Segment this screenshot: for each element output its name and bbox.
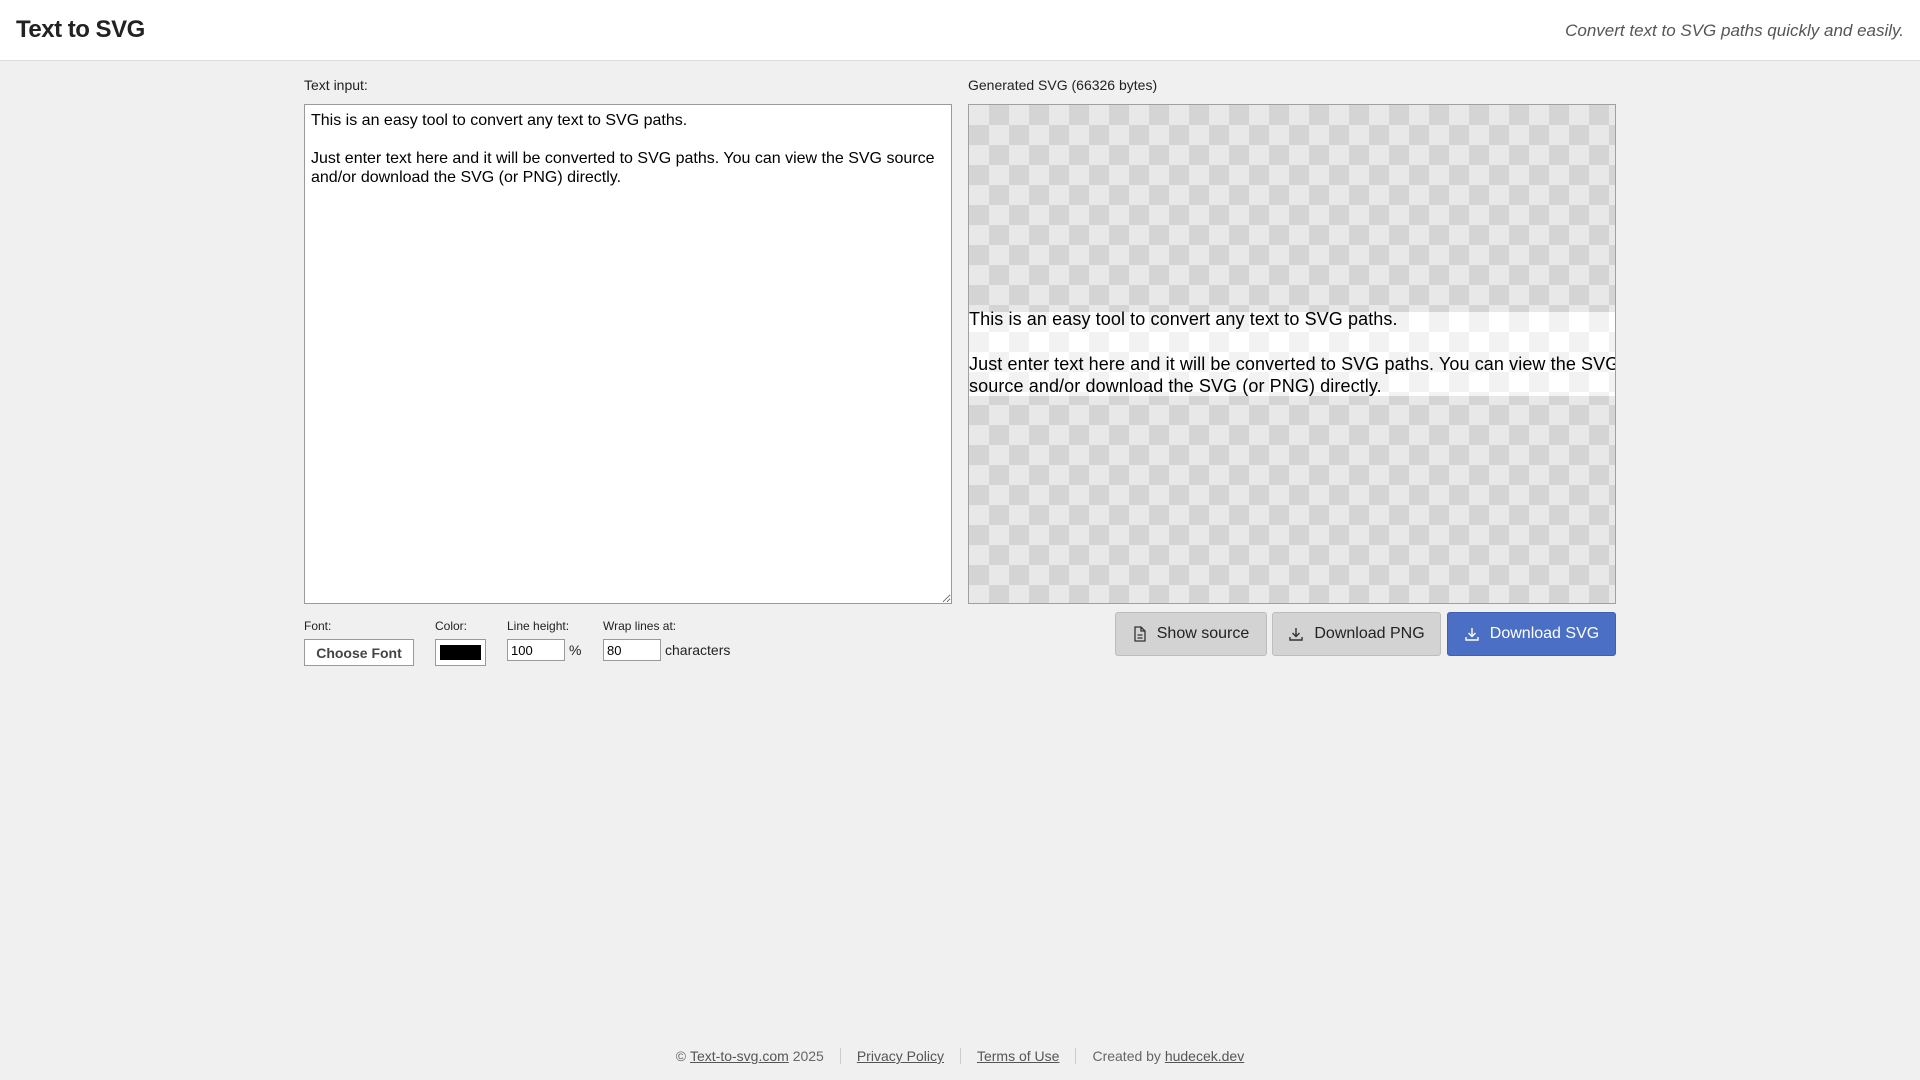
author-link[interactable]: hudecek.dev: [1165, 1048, 1244, 1064]
download-icon: [1464, 626, 1480, 642]
wrap-lines-unit: characters: [665, 642, 731, 658]
footer-divider: [959, 1048, 961, 1064]
wrap-lines-input[interactable]: [603, 639, 661, 661]
preview-line-4: source and/or download the SVG (or PNG) …: [969, 376, 1382, 396]
download-png-button[interactable]: Download PNG: [1272, 612, 1441, 656]
download-png-label: Download PNG: [1314, 625, 1425, 642]
copyright-symbol: ©: [675, 1048, 687, 1064]
download-svg-label: Download SVG: [1489, 625, 1600, 642]
copyright-year: 2025: [792, 1048, 824, 1064]
app-title: Text to SVG: [16, 16, 145, 43]
svg-preview: This is an easy tool to convert any text…: [968, 104, 1616, 604]
choose-font-button[interactable]: Choose Font: [304, 639, 414, 666]
color-picker[interactable]: [435, 639, 486, 666]
created-by-text: Created by: [1092, 1048, 1161, 1064]
text-input-label: Text input:: [304, 77, 368, 93]
text-input-area[interactable]: This is an easy tool to convert any text…: [304, 104, 952, 604]
page-footer: © Text-to-svg.com 2025 Privacy Policy Te…: [0, 1048, 1920, 1064]
color-label: Color:: [435, 619, 468, 633]
preview-line-3: Just enter text here and it will be conv…: [969, 354, 1616, 374]
font-label: Font:: [304, 619, 332, 633]
file-icon: [1133, 626, 1147, 642]
download-svg-button[interactable]: Download SVG: [1447, 612, 1616, 656]
line-height-label: Line height:: [507, 619, 570, 633]
footer-divider: [839, 1048, 841, 1064]
app-tagline: Convert text to SVG paths quickly and ea…: [1565, 21, 1904, 40]
show-source-button[interactable]: Show source: [1115, 612, 1267, 656]
color-swatch-fill: [440, 645, 481, 660]
site-link[interactable]: Text-to-svg.com: [690, 1048, 789, 1064]
line-height-input[interactable]: [507, 639, 565, 661]
terms-of-use-link[interactable]: Terms of Use: [977, 1048, 1059, 1064]
show-source-label: Show source: [1156, 625, 1250, 642]
footer-divider: [1075, 1048, 1077, 1064]
preview-line-1: This is an easy tool to convert any text…: [969, 309, 1398, 329]
download-icon: [1288, 626, 1304, 642]
line-height-unit: %: [569, 642, 582, 658]
wrap-lines-label: Wrap lines at:: [603, 619, 677, 633]
privacy-policy-link[interactable]: Privacy Policy: [857, 1048, 944, 1064]
generated-svg-label: Generated SVG (66326 bytes): [968, 77, 1158, 93]
app-header: Text to SVG Convert text to SVG paths qu…: [0, 0, 1920, 61]
